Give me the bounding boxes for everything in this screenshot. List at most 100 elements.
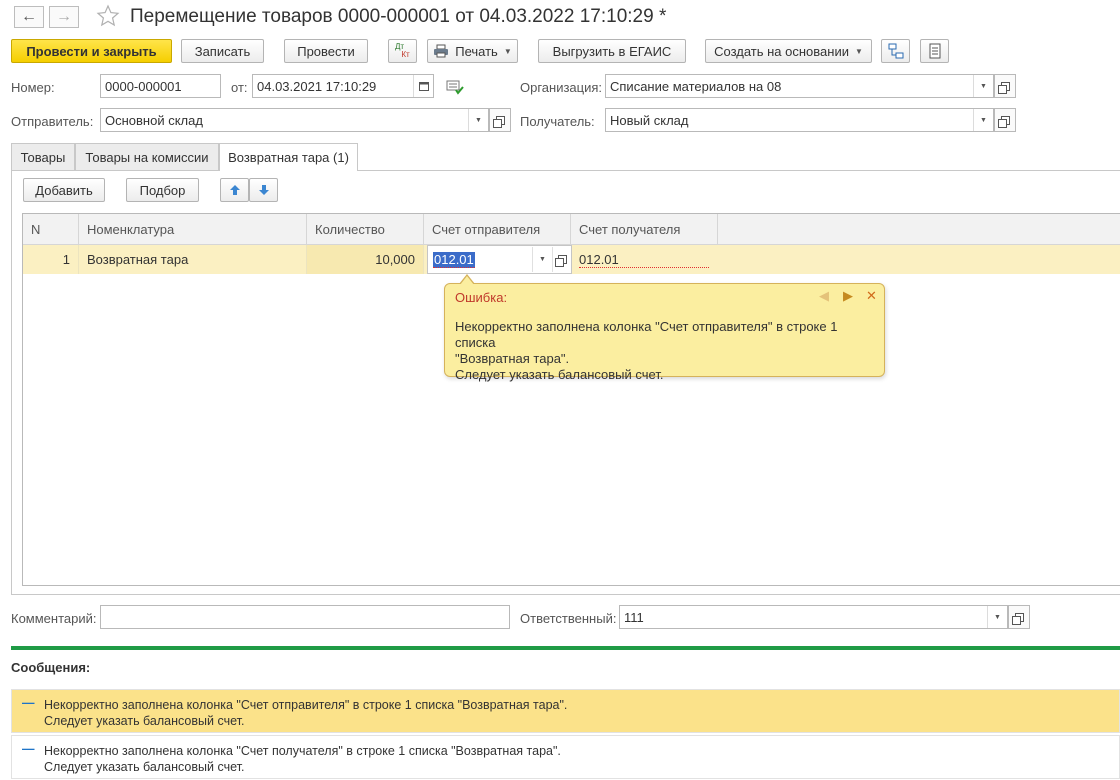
comment-field[interactable] xyxy=(100,605,510,629)
message-bullet-icon: — xyxy=(22,742,35,756)
print-label: Печать xyxy=(455,43,498,59)
arrow-up-icon xyxy=(229,185,240,195)
message-line-2: Следует указать балансовый счет. xyxy=(44,760,245,774)
responsible-value: 111 xyxy=(624,610,644,625)
sender-value: Основной склад xyxy=(105,113,203,128)
dropdown-arrow-icon: ▼ xyxy=(503,46,512,56)
column-header-n[interactable]: N xyxy=(23,214,79,245)
pick-button[interactable]: Подбор xyxy=(126,178,199,202)
date-value: 04.03.2021 17:10:29 xyxy=(257,79,377,94)
number-field[interactable]: 0000-000001 xyxy=(100,74,221,98)
calendar-icon xyxy=(418,82,429,91)
sender-account-open-button[interactable] xyxy=(552,247,572,272)
tooltip-pointer xyxy=(459,274,475,285)
sender-account-input[interactable]: 012.01 xyxy=(433,252,475,268)
forward-button[interactable]: → xyxy=(49,6,79,28)
tab-goods[interactable]: Товары xyxy=(11,143,75,170)
sender-open-button[interactable] xyxy=(489,108,511,132)
sender-label: Отправитель: xyxy=(11,114,94,129)
messages-separator xyxy=(11,646,1120,650)
star-icon xyxy=(96,4,120,27)
column-header-sender-account[interactable]: Счет отправителя xyxy=(424,214,571,245)
responsible-open-button[interactable] xyxy=(1008,605,1030,629)
receiver-field[interactable]: Новый склад ▼ xyxy=(605,108,994,132)
sender-dropdown-button[interactable]: ▼ xyxy=(468,109,488,131)
open-form-icon xyxy=(1011,612,1024,625)
back-button[interactable]: ← xyxy=(14,6,44,28)
number-label: Номер: xyxy=(11,80,55,95)
responsible-label: Ответственный: xyxy=(520,611,617,626)
error-line-1: Некорректно заполнена колонка "Счет отпр… xyxy=(455,319,838,350)
message-line-1: Некорректно заполнена колонка "Счет отпр… xyxy=(44,698,568,712)
message-bullet-icon: — xyxy=(22,696,35,710)
save-button[interactable]: Записать xyxy=(181,39,264,63)
comment-label: Комментарий: xyxy=(11,611,97,626)
posting-status-icon xyxy=(446,79,464,98)
error-line-3: Следует указать балансовый счет. xyxy=(455,367,664,382)
hierarchy-icon xyxy=(888,43,903,59)
error-tooltip-text: Некорректно заполнена колонка "Счет отпр… xyxy=(455,319,880,383)
cell-n[interactable]: 1 xyxy=(23,245,79,274)
message-line-2: Следует указать балансовый счет. xyxy=(44,714,245,728)
sender-account-dropdown-button[interactable]: ▼ xyxy=(532,247,552,272)
previous-error-icon[interactable]: ◀ xyxy=(819,288,829,304)
message-line-1: Некорректно заполнена колонка "Счет полу… xyxy=(44,744,561,758)
window-title: Перемещение товаров 0000-000001 от 04.03… xyxy=(130,6,667,27)
export-egais-button[interactable]: Выгрузить в ЕГАИС xyxy=(538,39,686,63)
post-button[interactable]: Провести xyxy=(284,39,368,63)
date-field[interactable]: 04.03.2021 17:10:29 xyxy=(252,74,434,98)
next-error-icon[interactable]: ▶ xyxy=(843,288,853,304)
receiver-open-button[interactable] xyxy=(994,108,1016,132)
arrow-down-icon xyxy=(258,185,269,195)
error-line-2: "Возвратная тара". xyxy=(455,351,570,366)
message-item[interactable]: — Некорректно заполнена колонка "Счет от… xyxy=(11,689,1120,733)
responsible-dropdown-button[interactable]: ▼ xyxy=(987,606,1007,628)
printer-icon xyxy=(434,44,449,58)
move-up-button[interactable] xyxy=(220,178,249,202)
column-header-item[interactable]: Номенклатура xyxy=(79,214,307,245)
organization-open-button[interactable] xyxy=(994,74,1016,98)
open-form-icon xyxy=(492,115,505,128)
list-icon xyxy=(929,43,940,59)
receiver-label: Получатель: xyxy=(520,114,595,129)
organization-dropdown-button[interactable]: ▼ xyxy=(973,75,993,97)
organization-label: Организация: xyxy=(520,80,603,95)
message-item[interactable]: — Некорректно заполнена колонка "Счет по… xyxy=(11,735,1120,779)
column-header-receiver-account[interactable]: Счет получателя xyxy=(571,214,718,245)
open-form-icon xyxy=(555,255,567,267)
dropdown-arrow-icon: ▼ xyxy=(854,46,863,56)
open-form-icon xyxy=(997,115,1010,128)
receiver-account-value: 012.01 xyxy=(579,252,709,268)
column-header-quantity[interactable]: Количество xyxy=(307,214,424,245)
organization-field[interactable]: Списание материалов на 08 ▼ xyxy=(605,74,994,98)
post-and-close-button[interactable]: Провести и закрыть xyxy=(11,39,172,63)
cell-quantity[interactable]: 10,000 xyxy=(307,245,424,274)
calendar-button[interactable] xyxy=(413,75,433,97)
date-label: от: xyxy=(231,80,248,95)
sender-field[interactable]: Основной склад ▼ xyxy=(100,108,489,132)
organization-value: Списание материалов на 08 xyxy=(610,79,782,94)
add-row-button[interactable]: Добавить xyxy=(23,178,105,202)
cell-item[interactable]: Возвратная тара xyxy=(79,245,307,274)
tab-returnable-containers[interactable]: Возвратная тара (1) xyxy=(219,143,358,171)
arrow-left-icon: ← xyxy=(21,8,37,25)
receiver-dropdown-button[interactable]: ▼ xyxy=(973,109,993,131)
move-down-button[interactable] xyxy=(249,178,278,202)
column-header-filler xyxy=(718,214,1120,245)
close-icon[interactable]: ✕ xyxy=(866,288,877,304)
create-based-on-label: Создать на основании xyxy=(714,43,849,59)
error-tooltip-title: Ошибка: xyxy=(455,290,508,305)
more-actions-button[interactable] xyxy=(920,39,949,63)
open-form-icon xyxy=(997,81,1010,94)
dt-kt-button[interactable]: Дт Кт xyxy=(388,39,417,63)
structure-button[interactable] xyxy=(881,39,910,63)
print-button[interactable]: Печать ▼ xyxy=(427,39,518,63)
responsible-field[interactable]: 111 ▼ xyxy=(619,605,1008,629)
returnable-containers-table: N Номенклатура Количество Счет отправите… xyxy=(22,213,1120,586)
cell-receiver-account[interactable]: 012.01 xyxy=(571,245,718,274)
sender-account-editor[interactable]: 012.01 ▼ xyxy=(427,245,572,274)
kt-label: Кт xyxy=(401,50,410,59)
favorite-star-button[interactable] xyxy=(96,4,120,31)
tab-goods-on-commission[interactable]: Товары на комиссии xyxy=(75,143,219,170)
create-based-on-button[interactable]: Создать на основании ▼ xyxy=(705,39,872,63)
